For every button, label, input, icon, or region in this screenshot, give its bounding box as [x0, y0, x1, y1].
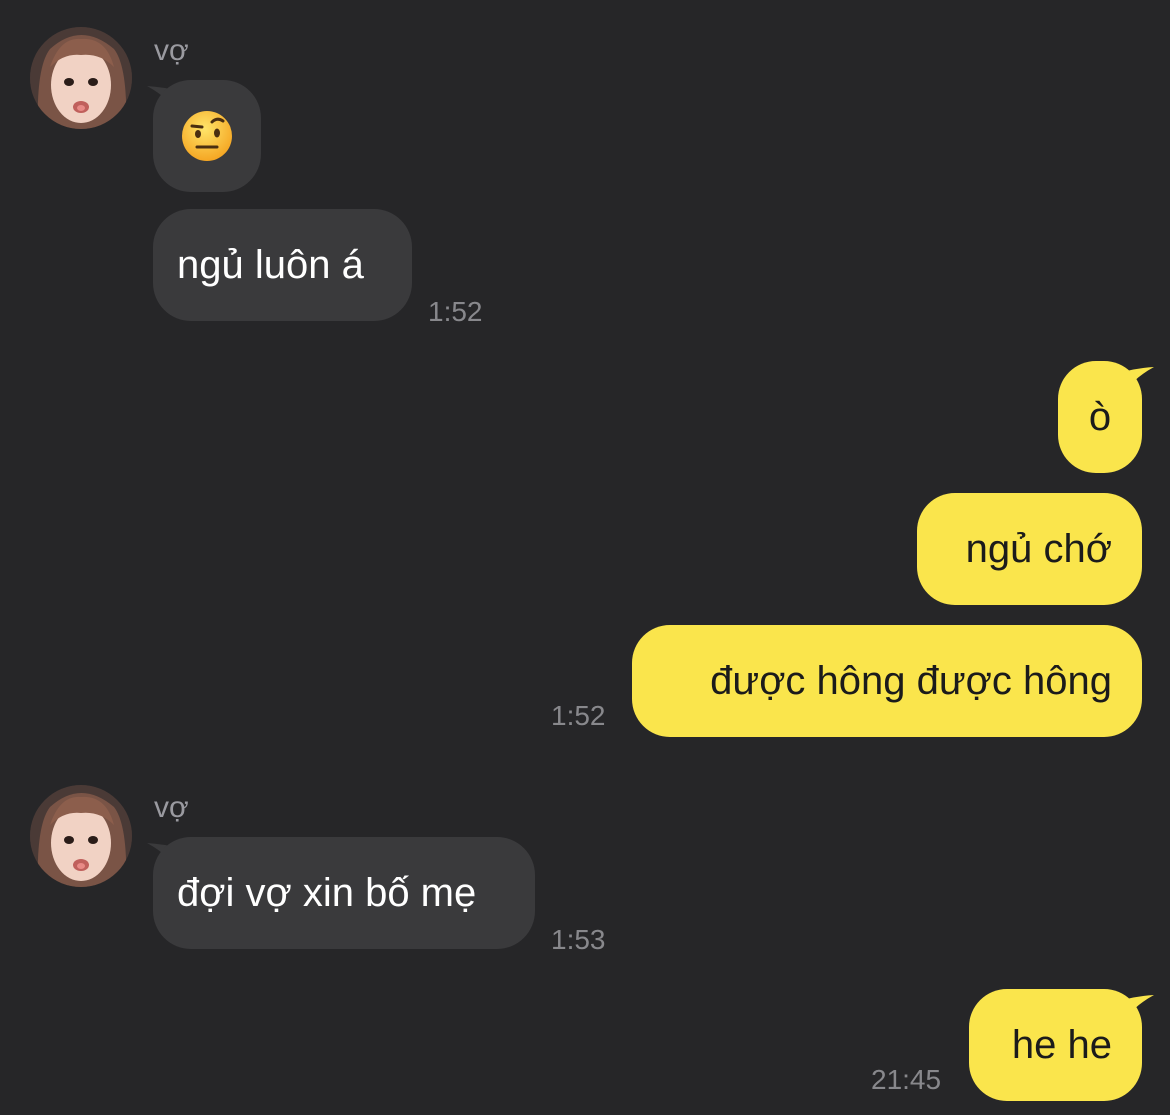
message-timestamp: 1:53	[551, 924, 606, 955]
message-bubble[interactable]: ò	[1058, 361, 1142, 473]
sender-name: vợ	[154, 34, 189, 67]
message-timestamp: 1:52	[551, 700, 606, 731]
message-bubble[interactable]: được hông được hông	[632, 625, 1142, 737]
message-bubble[interactable]: đợi vợ xin bố mẹ	[153, 837, 535, 949]
message-bubble[interactable]: ngủ luôn á	[153, 209, 412, 321]
avatar-photo	[30, 27, 132, 129]
message-timestamp: 21:45	[871, 1064, 942, 1095]
message-bubble-emoji[interactable]	[153, 80, 261, 192]
message-timestamp: 1:52	[428, 296, 483, 327]
sender-name: vợ	[154, 791, 189, 824]
message-bubble[interactable]: he he	[969, 989, 1142, 1101]
avatar[interactable]	[30, 27, 132, 129]
avatar[interactable]	[30, 785, 132, 887]
message-bubble[interactable]: ngủ chớ	[917, 493, 1142, 605]
face-with-raised-eyebrow-icon	[182, 111, 232, 161]
avatar-photo	[30, 785, 132, 887]
